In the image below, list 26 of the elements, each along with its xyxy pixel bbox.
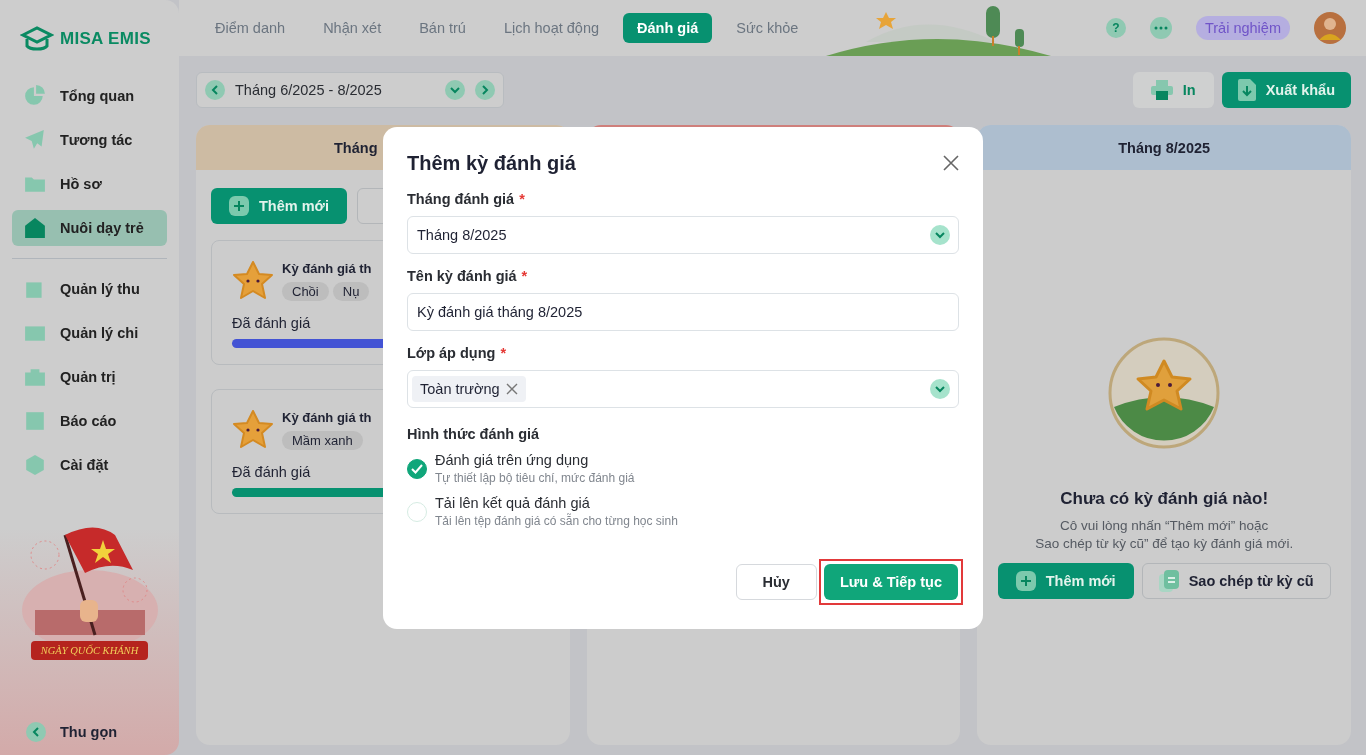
required-mark: * (500, 345, 507, 361)
empty-message: Cô vui lòng nhấn “Thêm mới” hoặc Sao chép từ kỳ cũ” để tạo kỳ đánh giá mới. (1035, 517, 1294, 553)
class-tag: Nụ (332, 282, 370, 301)
option-title: Đánh giá trên ứng dụng (435, 452, 590, 468)
column-title: Tháng 8/2025 (1118, 139, 1211, 156)
field-label: Lớp áp dụng (407, 345, 496, 361)
required-mark: * (519, 191, 525, 207)
field-label: Tên kỳ đánh giá (407, 268, 517, 284)
period-value: Tháng 6/2025 - 8/2025 (235, 82, 383, 98)
class-tag: Chồi (282, 282, 329, 301)
option-description: Tự thiết lập bộ tiêu chí, mức đánh giá (435, 471, 635, 485)
section-label: Hình thức đánh giá (407, 426, 541, 442)
column-title: Tháng (334, 139, 378, 156)
empty-title: Chưa có kỳ đánh giá nào! (1060, 489, 1269, 509)
required-mark: * (521, 268, 528, 284)
dialog-title: Thêm kỳ đánh giá (407, 151, 576, 175)
status-label: Đã đánh giá (232, 464, 311, 480)
card-title: Kỳ đánh giá th (282, 410, 372, 425)
banner-ribbon: NGÀY QUỐC KHÁNH (30, 641, 149, 660)
option-description: Tải lên tệp đánh giá có sẵn cho từng học sinh (435, 514, 678, 528)
status-label: Đã đánh giá (232, 315, 311, 331)
logo-text: MISA EMIS (60, 29, 151, 49)
field-label: Tháng đánh giá (407, 191, 515, 207)
option-title: Tải lên kết quả đánh giá (435, 495, 591, 511)
class-tag: Mầm xanh (282, 431, 363, 450)
card-title: Kỳ đánh giá th (282, 261, 372, 276)
